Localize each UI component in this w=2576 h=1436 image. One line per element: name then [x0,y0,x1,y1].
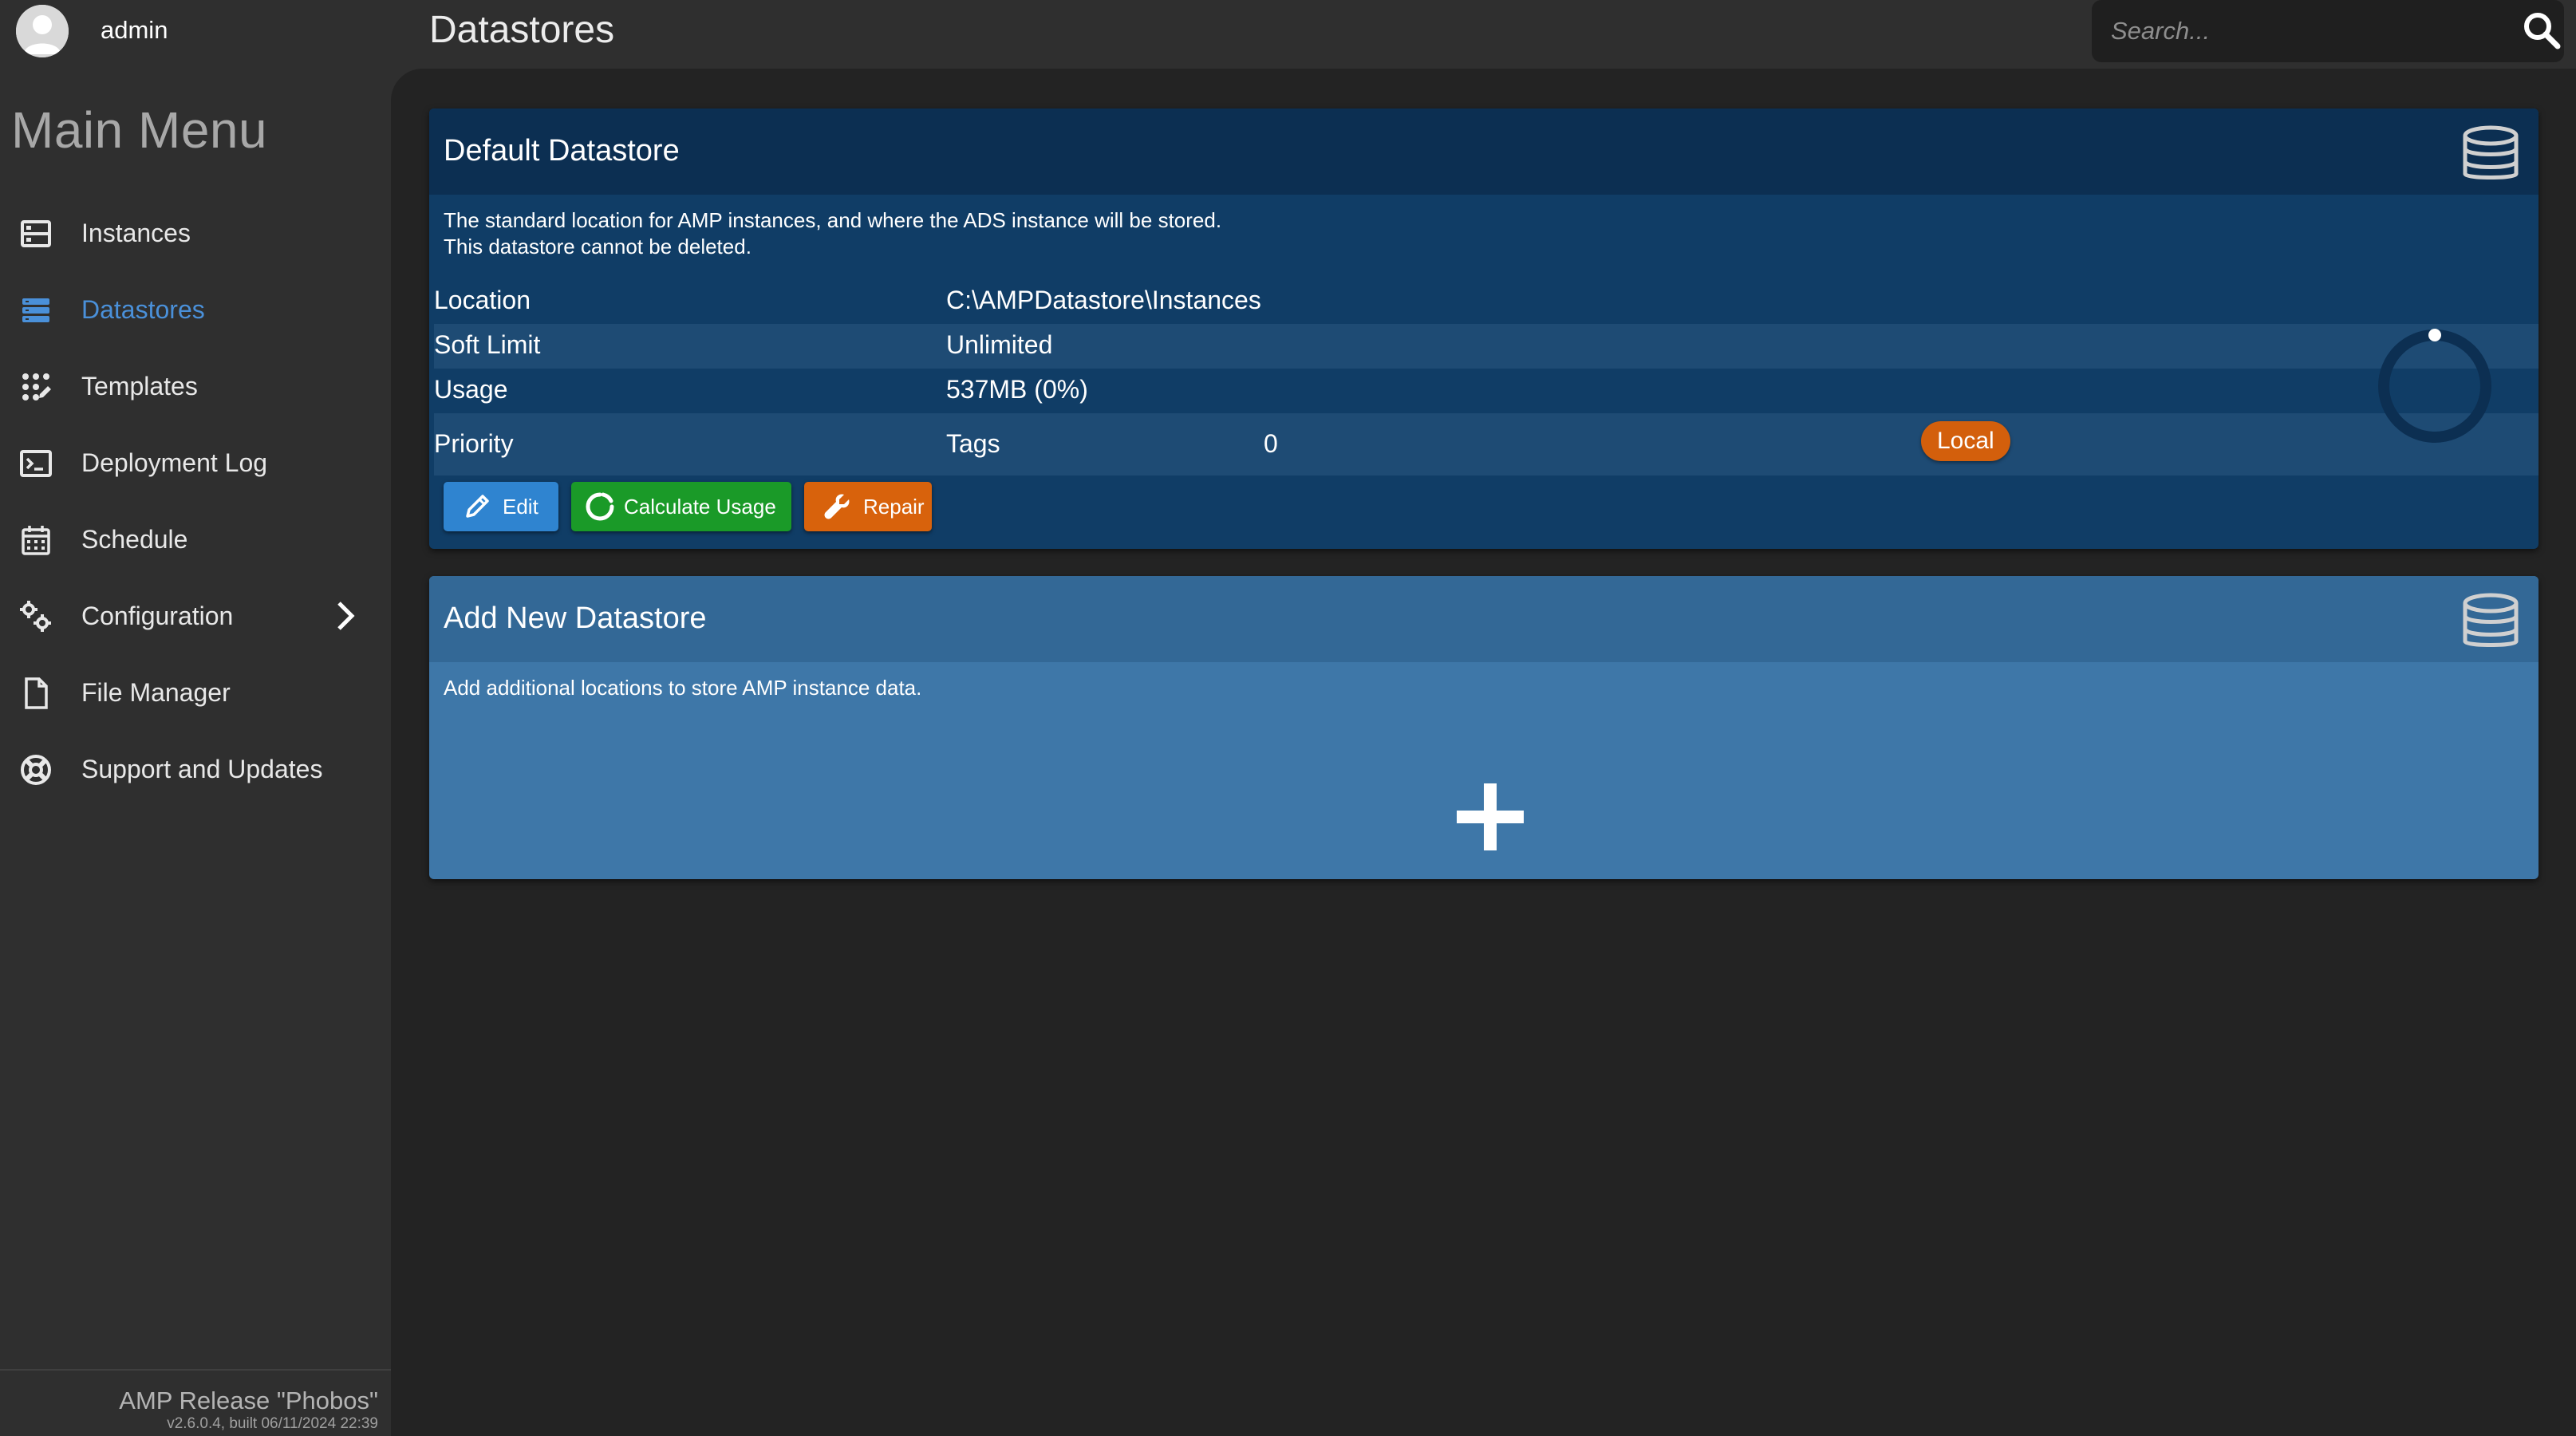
add-datastore-card[interactable]: Add New Datastore Add additional locatio… [429,576,2539,879]
sidebar-item-deployment-log[interactable]: Deployment Log [0,431,391,495]
search-icon[interactable] [2519,8,2564,53]
instances-icon [19,217,53,251]
file-icon [19,677,53,710]
search-input[interactable] [2109,14,2492,48]
sidebar-item-label: Templates [81,371,198,400]
add-datastore-title: Add New Datastore [444,602,707,635]
edit-button-label: Edit [503,494,538,519]
datastore-title: Default Datastore [444,134,680,168]
user-icon [16,5,69,57]
sidebar-item-configuration[interactable]: Configuration [0,584,391,648]
tag-badge[interactable]: Local [1921,421,2010,461]
sidebar-item-label: Schedule [81,524,188,554]
plus-icon[interactable] [1454,780,1527,854]
property-row-usage: Usage 537MB (0%) [434,369,2539,413]
usage-value: 537MB (0%) [946,375,1088,404]
top-header: Datastores [391,0,2576,69]
sidebar: admin Main Menu Instances Datastores Tem… [0,0,391,1436]
sidebar-item-instances[interactable]: Instances [0,201,391,265]
sidebar-item-label: Datastores [81,294,205,324]
edit-button[interactable]: Edit [444,482,558,531]
location-value: C:\AMPDatastore\Instances [946,286,1261,314]
sidebar-footer: AMP Release "Phobos" v2.6.0.4, built 06/… [0,1369,391,1436]
repair-button-label: Repair [863,494,925,519]
datastore-card: Default Datastore The standard location … [429,108,2539,549]
calendar-icon [19,523,53,557]
property-key: Priority [434,429,514,458]
priority-value: 0 [1264,429,1278,458]
soft-limit-value: Unlimited [946,330,1053,359]
refresh-icon [584,491,616,523]
calculate-usage-button-label: Calculate Usage [624,494,776,519]
pencil-icon [461,491,493,523]
sidebar-item-file-manager[interactable]: File Manager [0,661,391,724]
chevron-right-icon[interactable] [329,600,361,632]
lifebuoy-icon [19,753,53,787]
sidebar-item-templates[interactable]: Templates [0,354,391,418]
description-line: The standard location for AMP instances,… [444,208,1222,232]
property-key: Tags [946,429,1000,458]
content-corner [391,69,423,101]
sidebar-item-label: Support and Updates [81,754,323,783]
page-title: Datastores [429,9,615,51]
usage-donut-marker [2428,329,2441,341]
terminal-icon [19,447,53,480]
datastore-description: The standard location for AMP instances,… [444,207,1221,260]
templates-icon [19,370,53,404]
main-menu-title: Main Menu [11,101,268,159]
sidebar-item-label: File Manager [81,677,231,707]
add-datastore-description: Add additional locations to store AMP in… [444,676,922,700]
property-row-soft-limit: Soft Limit Unlimited [434,324,2539,369]
sidebar-item-support-and-updates[interactable]: Support and Updates [0,737,391,801]
property-key: Usage [434,375,508,404]
calculate-usage-button[interactable]: Calculate Usage [571,482,791,531]
property-row-location: Location C:\AMPDatastore\Instances [434,279,2539,324]
sidebar-item-label: Deployment Log [81,448,268,477]
gears-icon [19,600,53,633]
card-header: Add New Datastore [429,576,2539,662]
release-version: v2.6.0.4, built 06/11/2024 22:39 [167,1415,378,1432]
property-row-priority: Priority 0 Tags Local [434,413,2539,475]
sidebar-item-datastores[interactable]: Datastores [0,278,391,341]
description-line: This datastore cannot be deleted. [444,235,751,258]
wrench-icon [822,491,854,523]
datastores-icon [19,294,53,327]
card-header: Default Datastore [429,108,2539,195]
release-name: AMP Release "Phobos" [119,1387,378,1414]
username: admin [101,16,168,44]
sidebar-item-label: Instances [81,218,191,247]
database-icon [2460,590,2521,654]
database-icon [2460,123,2521,187]
sidebar-item-label: Configuration [81,601,234,630]
property-key: Location [434,286,531,314]
sidebar-item-schedule[interactable]: Schedule [0,507,391,571]
user-panel[interactable]: admin [0,0,391,62]
avatar[interactable] [16,5,69,57]
usage-donut-track [2378,329,2491,443]
search-box [2092,0,2564,62]
property-key: Soft Limit [434,330,541,359]
repair-button[interactable]: Repair [804,482,932,531]
